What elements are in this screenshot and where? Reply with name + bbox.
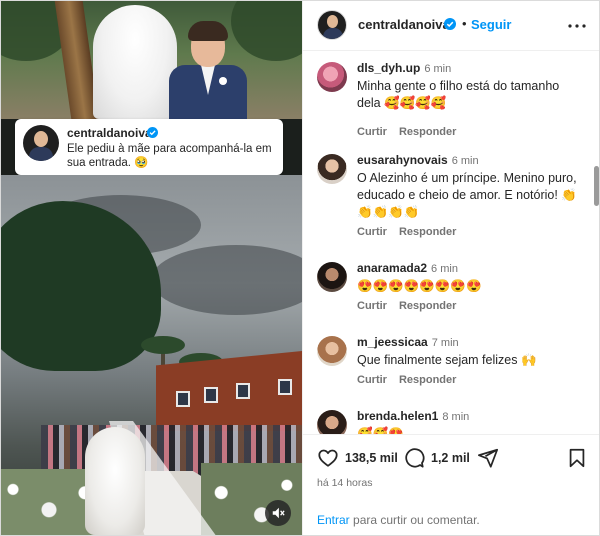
post-header: centraldanoiva • Seguir (303, 1, 599, 51)
comment-text: Que finalmente sejam felizes 🙌 (357, 353, 537, 367)
comment-body: eusarahynovais 6 min O Alezinho é um prín… (357, 152, 577, 221)
comment-time: 7 min (431, 337, 459, 349)
login-prompt-text: para curtir ou comentar. (349, 513, 480, 527)
comment-count[interactable]: 1,2 mil (431, 451, 470, 465)
reply-button[interactable]: Responder (399, 226, 456, 238)
comment-text: O Alezinho é um príncipe. Menino puro, e… (357, 171, 577, 219)
avatar[interactable] (317, 262, 347, 292)
post-modal: centraldanoiva Ele pediu à mãe para acom… (0, 0, 600, 536)
comment-actions: Curtir Responder (357, 300, 468, 312)
like-comment-button[interactable]: Curtir (357, 126, 387, 138)
post-sidebar: centraldanoiva • Seguir dls_dyh.up 6 min … (302, 1, 599, 535)
comment-time: 6 min (424, 63, 452, 75)
post-actions: 138,5 mil 1,2 mil há 14 horas Entrar par… (303, 434, 599, 535)
comment-body: m_jeessicaa 7 min Que finalmente sejam fe… (357, 334, 577, 369)
comment-time: 8 min (442, 411, 470, 423)
mute-icon (272, 507, 285, 519)
comment-body: anaramada2 6 min 😍😍😍😍😍😍😍😍 (357, 260, 577, 295)
like-comment-button[interactable]: Curtir (357, 300, 387, 312)
avatar[interactable] (317, 10, 347, 40)
comments-scrollbar[interactable] (594, 166, 599, 206)
comment-actions: Curtir Responder (357, 374, 468, 386)
avatar[interactable] (317, 62, 347, 92)
post-username[interactable]: centraldanoiva (358, 17, 450, 32)
comment-text: Minha gente o filho está do tamanho dela… (357, 79, 560, 110)
comment-text: 🥰🥰😍 (357, 427, 404, 434)
more-options-icon[interactable] (565, 14, 589, 38)
wedding-photo (1, 1, 302, 119)
share-icon[interactable] (477, 447, 499, 469)
comment-icon[interactable] (403, 447, 425, 469)
caption-text: Ele pediu à mãe para acompanhá-la em sua… (67, 143, 272, 169)
comment-text: 😍😍😍😍😍😍😍😍 (357, 279, 482, 293)
comments-list: dls_dyh.up 6 min Minha gente o filho está… (303, 52, 593, 434)
comment-username[interactable]: dls_dyh.up (357, 61, 420, 75)
like-comment-button[interactable]: Curtir (357, 226, 387, 238)
comment-username[interactable]: m_jeessicaa (357, 335, 428, 349)
like-count[interactable]: 138,5 mil (345, 451, 398, 465)
verified-badge-icon (444, 18, 456, 30)
post-media[interactable]: centraldanoiva Ele pediu à mãe para acom… (1, 1, 302, 535)
reply-button[interactable]: Responder (399, 126, 456, 138)
comment-body: brenda.helen1 8 min 🥰🥰😍 (357, 408, 577, 434)
comment-actions: Curtir Responder (357, 126, 468, 138)
comment-username[interactable]: eusarahynovais (357, 153, 448, 167)
verified-badge-icon (147, 127, 158, 138)
caption-username: centraldanoiva (67, 126, 152, 140)
login-prompt: Entrar para curtir ou comentar. (317, 513, 480, 527)
mute-button[interactable] (265, 500, 291, 526)
comment-body: dls_dyh.up 6 min Minha gente o filho está… (357, 60, 577, 112)
avatar[interactable] (317, 410, 347, 434)
post-timestamp[interactable]: há 14 horas (317, 477, 372, 489)
avatar[interactable] (317, 336, 347, 366)
comment-time: 6 min (431, 263, 458, 275)
save-icon[interactable] (566, 447, 588, 469)
avatar (23, 125, 59, 161)
reply-button[interactable]: Responder (399, 300, 456, 312)
comment-time: 6 min (451, 155, 479, 167)
heart-icon[interactable] (317, 447, 339, 469)
separator-dot: • (462, 16, 467, 31)
avatar[interactable] (317, 154, 347, 184)
caption-overlay: centraldanoiva Ele pediu à mãe para acom… (15, 119, 283, 175)
like-comment-button[interactable]: Curtir (357, 374, 387, 386)
comment-username[interactable]: brenda.helen1 (357, 409, 438, 423)
comment-actions: Curtir Responder (357, 226, 468, 238)
login-link[interactable]: Entrar (317, 513, 350, 527)
reply-button[interactable]: Responder (399, 374, 456, 386)
comment-username[interactable]: anaramada2 (357, 261, 427, 275)
follow-button[interactable]: Seguir (471, 17, 511, 32)
